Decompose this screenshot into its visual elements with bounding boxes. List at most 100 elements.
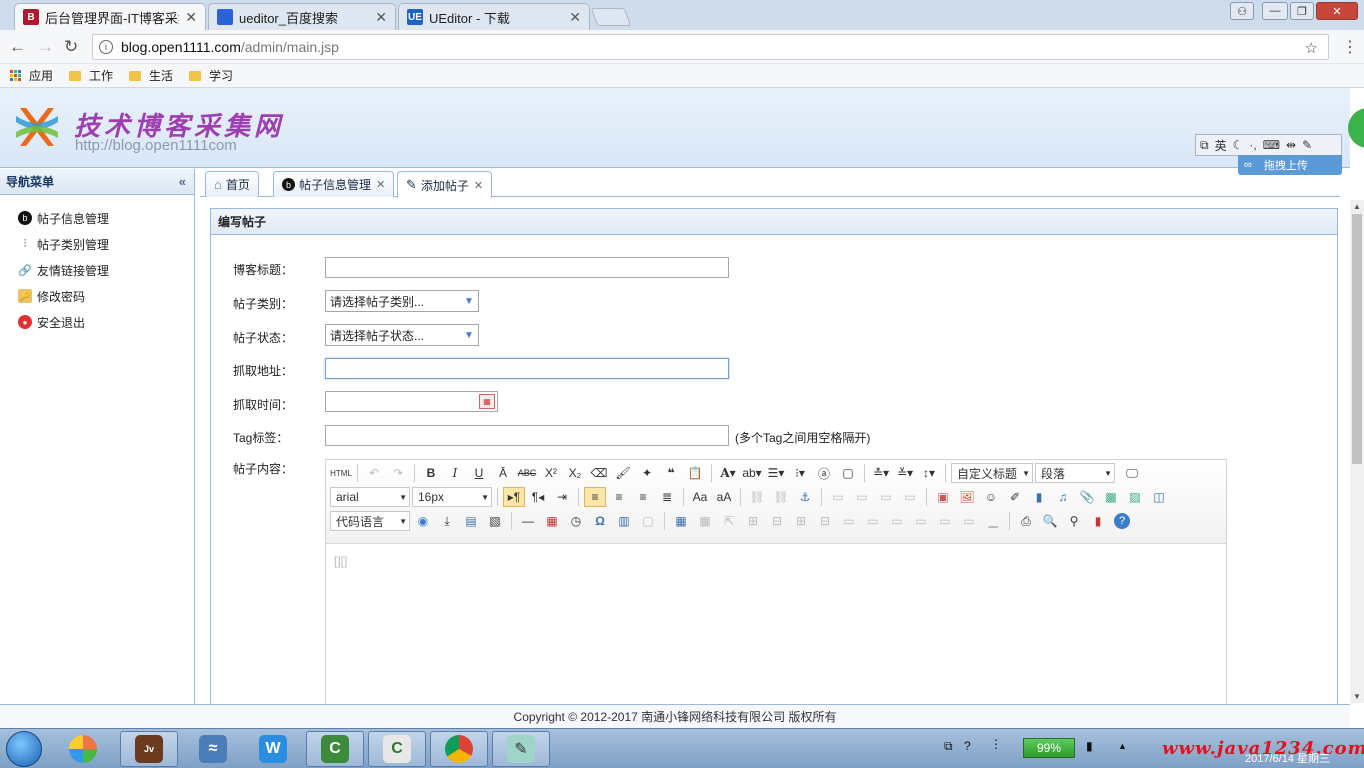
taskbar-app-colorful[interactable] xyxy=(54,731,112,767)
underline-icon[interactable]: U xyxy=(468,463,490,483)
moon-icon[interactable]: ☾ xyxy=(1233,138,1244,152)
start-button[interactable] xyxy=(6,731,42,767)
sidebar-item-logout[interactable]: ● 安全退出 xyxy=(0,309,194,335)
taskbar-date[interactable]: 2017/6/14 星期三 xyxy=(1245,750,1330,766)
insert-code-icon[interactable]: ◉ xyxy=(412,511,434,531)
scrawl-icon[interactable]: ✐ xyxy=(1004,487,1026,507)
split-cols-icon[interactable]: ▭ xyxy=(958,511,980,531)
minimize-button[interactable]: — xyxy=(1262,2,1288,20)
font-family-select[interactable]: arial ▼ xyxy=(330,487,410,507)
split-icon[interactable]: ⇹ xyxy=(1286,138,1296,152)
split-rows-icon[interactable]: ▭ xyxy=(934,511,956,531)
snapscreen-icon[interactable]: ▢ xyxy=(637,511,659,531)
highlight-icon[interactable]: ab▾ xyxy=(741,463,763,483)
insert-image-icon[interactable]: 🖼 xyxy=(956,487,978,507)
emotion-icon[interactable]: ☺ xyxy=(980,487,1002,507)
uppercase-icon[interactable]: Aa xyxy=(689,487,711,507)
attachment-icon[interactable]: 📎 xyxy=(1076,487,1098,507)
custom-heading-select[interactable]: 自定义标题 ▼ xyxy=(951,463,1033,483)
row-spacing-top-icon[interactable]: ≛▾ xyxy=(870,463,892,483)
reload-icon[interactable]: ↻ xyxy=(64,37,78,57)
delete-col-icon[interactable]: ⊟ xyxy=(814,511,836,531)
tab-add-post[interactable]: ✎ 添加帖子 ✕ xyxy=(397,171,493,198)
taskbar-app-camtasia-2[interactable]: C xyxy=(368,731,426,767)
ueditor[interactable]: HTML ↶ ↷ B I U Ā ABC X² X₂ ⌫ 🖌 ✦ ❝ 📋 A▾ … xyxy=(325,459,1227,707)
insert-table-icon[interactable]: ▦ xyxy=(670,511,692,531)
drafts-icon[interactable]: ▮ xyxy=(1087,511,1109,531)
scroll-up-icon[interactable]: ▲ xyxy=(1353,202,1361,211)
status-select[interactable]: 请选择帖子状态... ▼ xyxy=(325,324,479,346)
date-icon[interactable]: ▦ xyxy=(541,511,563,531)
link-icon[interactable]: ⛓ xyxy=(746,487,768,507)
bookmark-life[interactable]: 生活 xyxy=(129,67,173,84)
unordered-list-icon[interactable]: ⁝▾ xyxy=(789,463,811,483)
close-icon[interactable]: ✕ xyxy=(375,9,387,26)
search-replace-icon[interactable]: ⚲ xyxy=(1063,511,1085,531)
sidebar-item-post-info[interactable]: b 帖子信息管理 xyxy=(0,205,194,231)
anchor-icon[interactable]: ⚓ xyxy=(794,487,816,507)
dots-icon[interactable]: ·, xyxy=(1249,138,1256,152)
crawl-url-input[interactable] xyxy=(325,358,729,379)
font-size-select[interactable]: 16px ▼ xyxy=(412,487,492,507)
row-spacing-bottom-icon[interactable]: ≚▾ xyxy=(894,463,916,483)
image-none-icon[interactable]: ▭ xyxy=(827,487,849,507)
bookmark-apps[interactable]: 应用 xyxy=(10,67,53,84)
indent-icon[interactable]: ⇥ xyxy=(551,487,573,507)
insert-video-icon[interactable]: ▮ xyxy=(1028,487,1050,507)
auto-format-icon[interactable]: ✦ xyxy=(636,463,658,483)
format-brush-icon[interactable]: 🖌 xyxy=(612,463,634,483)
bookmark-study[interactable]: 学习 xyxy=(189,67,233,84)
italic-icon[interactable]: I xyxy=(444,463,466,483)
menu-dots-icon[interactable]: ⋮ xyxy=(1342,37,1358,57)
taskbar-app-java[interactable]: Jv xyxy=(120,731,178,767)
help-tray-icon[interactable]: ? xyxy=(964,739,971,753)
ime-tray-icon[interactable]: ⧉ xyxy=(944,739,953,754)
template-icon[interactable]: ▤ xyxy=(460,511,482,531)
align-left-icon[interactable]: ≡ xyxy=(584,487,606,507)
bookmark-star-icon[interactable]: ☆ xyxy=(1305,39,1318,57)
split-cells-icon[interactable]: ▭ xyxy=(910,511,932,531)
insert-row-icon[interactable]: ⊞ xyxy=(742,511,764,531)
horizontal-rule-icon[interactable]: — xyxy=(517,511,539,531)
merge-right-icon[interactable]: ▭ xyxy=(862,511,884,531)
google-map-icon[interactable]: ▨ xyxy=(1124,487,1146,507)
time-icon[interactable]: ◷ xyxy=(565,511,587,531)
taskbar-app-camtasia[interactable]: C xyxy=(306,731,364,767)
wordimage-icon[interactable]: ▥ xyxy=(613,511,635,531)
bold-icon[interactable]: B xyxy=(420,463,442,483)
scroll-down-icon[interactable]: ▼ xyxy=(1353,692,1361,701)
paste-plain-icon[interactable]: 📋 xyxy=(684,463,706,483)
user-profile-icon[interactable]: ⚇ xyxy=(1230,2,1254,20)
font-border-icon[interactable]: Ā xyxy=(492,463,514,483)
charts-icon[interactable]: ▁ xyxy=(982,511,1004,531)
close-icon[interactable]: ✕ xyxy=(376,178,385,191)
background-icon[interactable]: ▧ xyxy=(484,511,506,531)
print-icon[interactable]: ⎙ xyxy=(1015,511,1037,531)
tab-home[interactable]: ⌂ 首页 xyxy=(205,171,259,197)
calendar-icon[interactable]: ▦ xyxy=(479,394,495,409)
tray-dots-icon[interactable]: ⋮ xyxy=(990,737,1002,751)
crawl-time-input[interactable]: ▦ xyxy=(325,391,498,412)
code-language-select[interactable]: 代码语言 ▼ xyxy=(330,511,410,531)
redo-icon[interactable]: ↷ xyxy=(387,463,409,483)
browser-tab-baidu[interactable]: 🐾 ueditor_百度搜索 ✕ xyxy=(208,3,396,30)
ltr-direction-icon[interactable]: ▸¶ xyxy=(503,487,525,507)
sidebar-item-links[interactable]: 🔗 友情链接管理 xyxy=(0,257,194,283)
floating-widget-icon[interactable] xyxy=(1348,108,1364,148)
image-left-icon[interactable]: ▭ xyxy=(851,487,873,507)
collapse-icon[interactable]: « xyxy=(179,174,186,189)
close-icon[interactable]: ✕ xyxy=(185,9,197,26)
eraser-icon[interactable]: ⌫ xyxy=(588,463,610,483)
fullscreen-icon[interactable]: 🖵 xyxy=(1121,463,1143,483)
align-right-icon[interactable]: ≡ xyxy=(632,487,654,507)
sidebar-item-post-category[interactable]: ⫶ 帖子类别管理 xyxy=(0,231,194,257)
window-close-button[interactable]: ✕ xyxy=(1316,2,1358,20)
map-icon[interactable]: ▩ xyxy=(1100,487,1122,507)
tab-post-info[interactable]: b 帖子信息管理 ✕ xyxy=(273,171,395,197)
preview-icon[interactable]: 🔍 xyxy=(1039,511,1061,531)
keyboard-icon[interactable]: ⌨ xyxy=(1263,138,1280,152)
ordered-list-icon[interactable]: ☰▾ xyxy=(765,463,787,483)
line-height-icon[interactable]: ↕▾ xyxy=(918,463,940,483)
browser-tab-admin[interactable]: B 后台管理界面-IT博客采集 ✕ xyxy=(14,3,206,30)
delete-row-icon[interactable]: ⊟ xyxy=(766,511,788,531)
